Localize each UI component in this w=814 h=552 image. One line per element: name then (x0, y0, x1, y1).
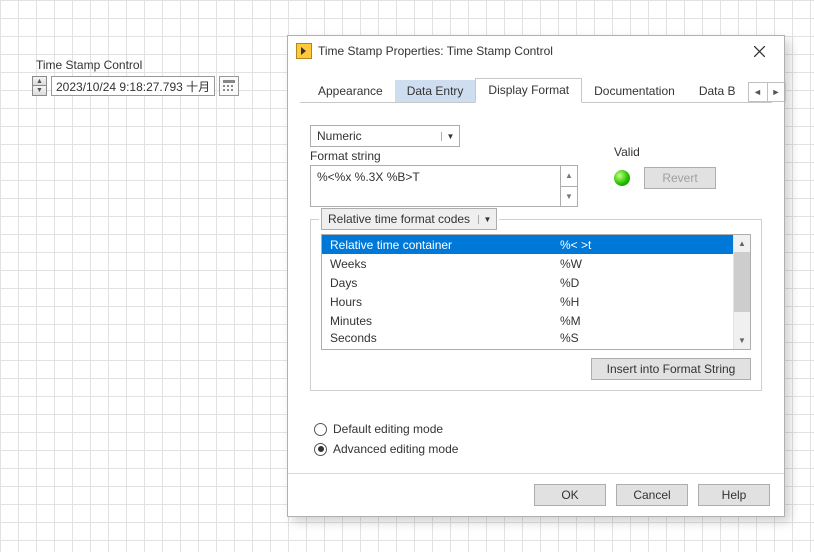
codes-list[interactable]: Relative time container %< >t Weeks %W D… (321, 234, 751, 350)
list-scrollbar[interactable]: ▲ ▼ (733, 235, 750, 349)
tab-scroll: ◄ ► (748, 82, 786, 102)
close-button[interactable] (742, 40, 776, 62)
tab-documentation[interactable]: Documentation (582, 80, 687, 103)
code-name: Relative time container (330, 238, 560, 252)
scroll-thumb[interactable] (734, 252, 750, 312)
timestamp-control: ▲ ▼ 2023/10/24 9:18:27.793 十月 (32, 76, 239, 96)
list-item[interactable]: Relative time container %< >t (322, 235, 733, 254)
code-value: %M (560, 314, 725, 328)
chevron-down-icon: ▼ (441, 132, 459, 141)
scroll-down-icon[interactable]: ▼ (561, 186, 577, 207)
editing-mode-group: Default editing mode Advanced editing mo… (314, 419, 762, 459)
scroll-down-icon[interactable]: ▼ (734, 332, 750, 349)
chevron-down-icon: ▼ (478, 215, 496, 224)
valid-label: Valid (614, 145, 716, 159)
code-value: %H (560, 295, 725, 309)
tab-data-entry[interactable]: Data Entry (395, 80, 476, 103)
app-icon (296, 43, 312, 59)
tab-scroll-right[interactable]: ► (767, 83, 785, 101)
insert-button[interactable]: Insert into Format String (591, 358, 751, 380)
close-icon (754, 46, 765, 57)
code-name: Days (330, 276, 560, 290)
list-item[interactable]: Minutes %M (322, 311, 733, 330)
ok-button[interactable]: OK (534, 484, 606, 506)
radio-advanced-editing[interactable] (314, 443, 327, 456)
code-name: Seconds (330, 331, 560, 345)
spin-control[interactable]: ▲ ▼ (32, 76, 47, 96)
code-value: %W (560, 257, 725, 271)
list-item[interactable]: Hours %H (322, 292, 733, 311)
control-label[interactable]: Time Stamp Control (36, 58, 142, 72)
scroll-up-icon[interactable]: ▲ (734, 235, 750, 252)
calendar-icon[interactable] (219, 76, 239, 96)
code-value: %D (560, 276, 725, 290)
radio-default-editing[interactable] (314, 423, 327, 436)
spin-down-icon[interactable]: ▼ (32, 86, 47, 96)
timestamp-display[interactable]: 2023/10/24 9:18:27.793 十月 (51, 76, 215, 96)
list-item[interactable]: Seconds %S (322, 330, 733, 346)
list-item[interactable]: Days %D (322, 273, 733, 292)
format-string-value[interactable]: %<%x %.3X %B>T (311, 166, 560, 206)
properties-dialog: Time Stamp Properties: Time Stamp Contro… (287, 35, 785, 517)
codes-category-dropdown[interactable]: Relative time format codes ▼ (321, 208, 497, 230)
valid-led (614, 170, 630, 186)
format-string-label: Format string (310, 149, 578, 163)
code-name: Hours (330, 295, 560, 309)
dialog-title: Time Stamp Properties: Time Stamp Contro… (318, 44, 736, 58)
help-button[interactable]: Help (698, 484, 770, 506)
code-value: %< >t (560, 238, 725, 252)
code-value: %S (560, 331, 725, 345)
tab-bar: Appearance Data Entry Display Format Doc… (288, 66, 784, 103)
format-scroll[interactable]: ▲ ▼ (560, 166, 577, 206)
tab-display-format[interactable]: Display Format (475, 78, 582, 103)
scroll-up-icon[interactable]: ▲ (561, 166, 577, 186)
list-item[interactable]: Weeks %W (322, 254, 733, 273)
dialog-button-bar: OK Cancel Help (288, 473, 784, 516)
radio-advanced-label: Advanced editing mode (333, 442, 458, 456)
tab-data-binding[interactable]: Data B (687, 80, 748, 103)
format-string-input[interactable]: %<%x %.3X %B>T ▲ ▼ (310, 165, 578, 207)
scroll-track[interactable] (734, 312, 750, 332)
format-codes-group: Relative time format codes ▼ Relative ti… (310, 219, 762, 391)
tab-appearance[interactable]: Appearance (306, 80, 395, 103)
titlebar: Time Stamp Properties: Time Stamp Contro… (288, 36, 784, 66)
code-name: Weeks (330, 257, 560, 271)
code-name: Minutes (330, 314, 560, 328)
tab-scroll-left[interactable]: ◄ (749, 83, 767, 101)
cancel-button[interactable]: Cancel (616, 484, 688, 506)
spin-up-icon[interactable]: ▲ (32, 76, 47, 86)
dialog-body: Numeric ▼ Format string %<%x %.3X %B>T ▲… (288, 103, 784, 473)
format-type-value: Numeric (311, 129, 368, 143)
radio-default-label: Default editing mode (333, 422, 443, 436)
format-type-dropdown[interactable]: Numeric ▼ (310, 125, 460, 147)
revert-button[interactable]: Revert (644, 167, 716, 189)
codes-category-value: Relative time format codes (322, 212, 476, 226)
